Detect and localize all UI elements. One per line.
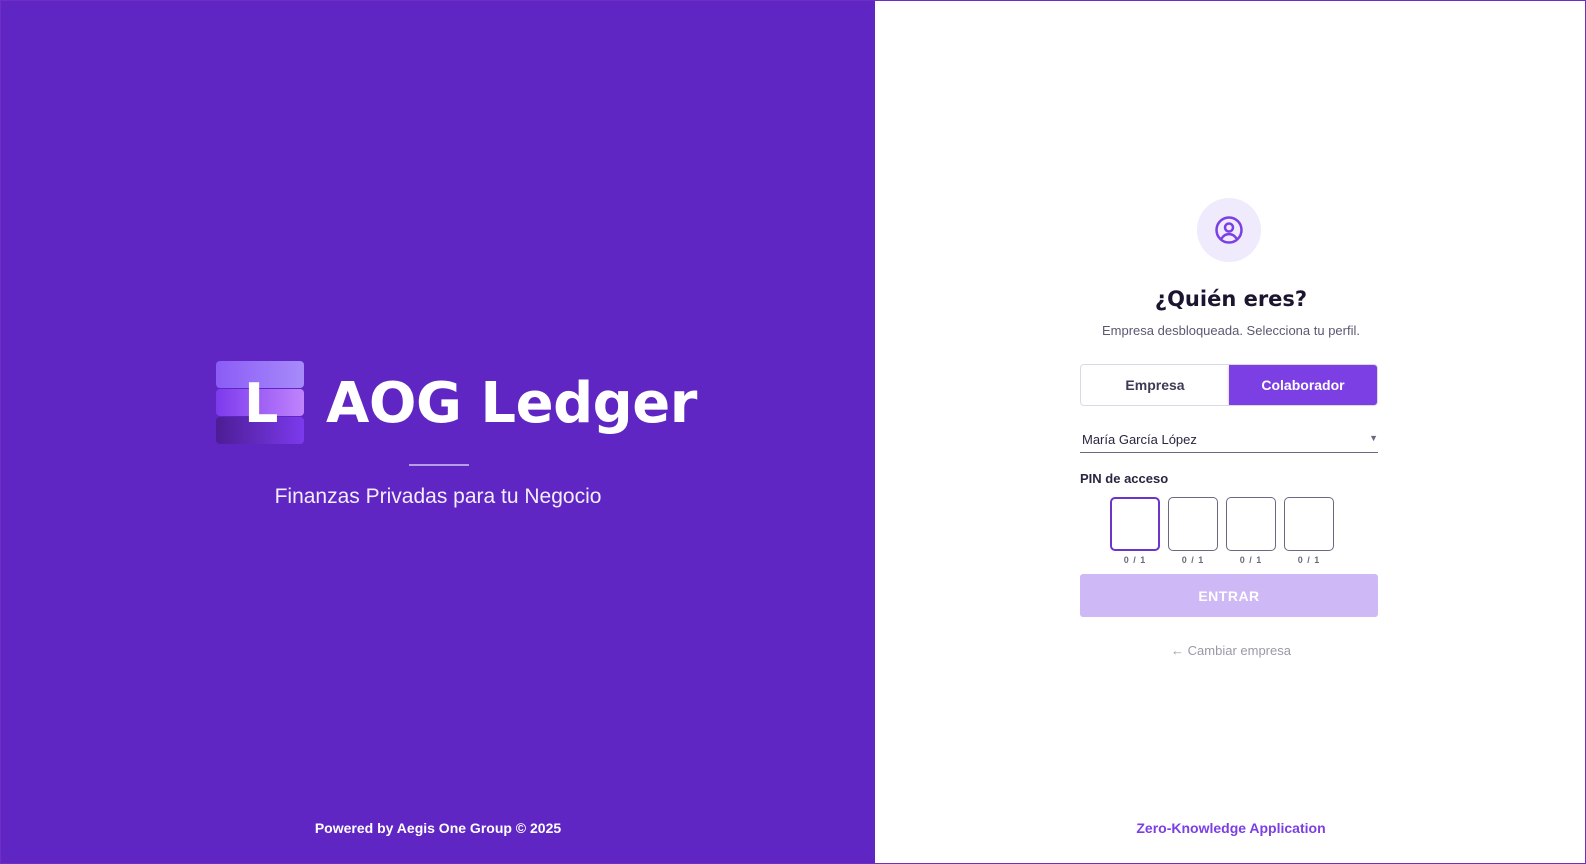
pin-cell: 0 / 1 [1168, 497, 1218, 565]
brand-lockup: L AOG Ledger [216, 361, 697, 445]
brand-name: AOG Ledger [326, 370, 697, 436]
app-window: L AOG Ledger Finanzas Privadas para tu N… [0, 0, 1586, 864]
profile-select-value: María García López [1082, 432, 1197, 447]
logo-letter: L [244, 372, 279, 435]
brand-tagline: Finanzas Privadas para tu Negocio [274, 485, 602, 508]
page-subtitle: Empresa desbloqueada. Selecciona tu perf… [1102, 323, 1360, 338]
user-circle-icon [1215, 216, 1243, 244]
pin-digit-4[interactable] [1284, 497, 1334, 551]
pin-digit-3[interactable] [1226, 497, 1276, 551]
chevron-down-icon: ▼ [1369, 433, 1378, 443]
toggle-empresa[interactable]: Empresa [1081, 365, 1229, 405]
change-company-link[interactable]: ← Cambiar empresa [875, 643, 1586, 658]
pin-cell: 0 / 1 [1226, 497, 1276, 565]
page-title: ¿Quién eres? [1154, 287, 1308, 311]
profile-select[interactable]: María García López ▼ [1080, 427, 1378, 453]
pin-cell: 0 / 1 [1110, 497, 1160, 565]
pin-label: PIN de acceso [1080, 471, 1169, 486]
pin-digit-1[interactable] [1110, 497, 1160, 551]
pin-counter: 0 / 1 [1297, 555, 1321, 565]
enter-button[interactable]: ENTRAR [1080, 574, 1378, 617]
pin-counter: 0 / 1 [1123, 555, 1147, 565]
login-panel: ¿Quién eres? Empresa desbloqueada. Selec… [875, 1, 1585, 863]
avatar [1197, 198, 1261, 262]
brand-panel: L AOG Ledger Finanzas Privadas para tu N… [1, 1, 875, 863]
pin-counter: 0 / 1 [1181, 555, 1205, 565]
toggle-colaborador[interactable]: Colaborador [1229, 365, 1377, 405]
logo-icon: L [216, 361, 304, 445]
pin-digit-2[interactable] [1168, 497, 1218, 551]
powered-by-footer: Powered by Aegis One Group © 2025 [314, 820, 562, 836]
brand-divider [409, 464, 469, 466]
profile-type-toggle: Empresa Colaborador [1080, 364, 1378, 406]
pin-counter: 0 / 1 [1239, 555, 1263, 565]
pin-inputs: 0 / 1 0 / 1 0 / 1 0 / 1 [1110, 497, 1334, 565]
zero-knowledge-link[interactable]: Zero-Knowledge Application [875, 820, 1586, 836]
pin-cell: 0 / 1 [1284, 497, 1334, 565]
